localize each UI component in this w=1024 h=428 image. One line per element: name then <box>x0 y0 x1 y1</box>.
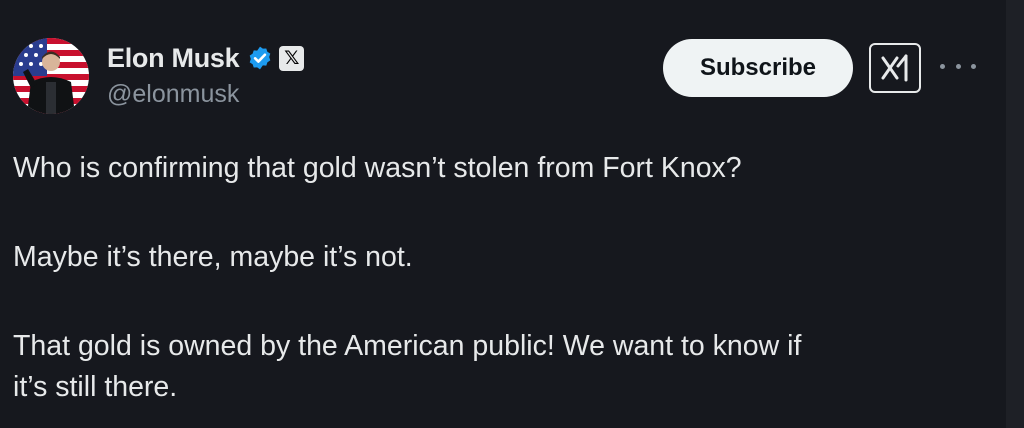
tweet-text-line-4: it’s still there. <box>13 371 178 403</box>
tweet-text-line-1: Who is confirming that gold wasn’t stole… <box>13 152 742 184</box>
x-logo-icon[interactable]: 𝕏 <box>279 45 305 71</box>
more-dot <box>971 63 976 69</box>
author-handle[interactable]: @elonmusk <box>107 80 239 109</box>
grok-icon[interactable] <box>869 43 921 93</box>
more-dot <box>955 63 961 69</box>
subscribe-button[interactable]: Subscribe <box>663 39 853 97</box>
more-dot <box>940 63 945 69</box>
scrollbar-gutter <box>1006 0 1024 428</box>
author-name[interactable]: Elon Musk <box>107 43 240 74</box>
tweet-text-line-2: Maybe it’s there, maybe it’s not. <box>13 241 413 273</box>
tweet-text-line-3: That gold is owned by the American publi… <box>13 330 802 362</box>
author-row: Elon Musk 𝕏 <box>107 40 305 76</box>
more-options-icon[interactable] <box>940 56 976 76</box>
avatar[interactable] <box>13 38 89 114</box>
verified-badge-icon[interactable] <box>247 45 273 71</box>
